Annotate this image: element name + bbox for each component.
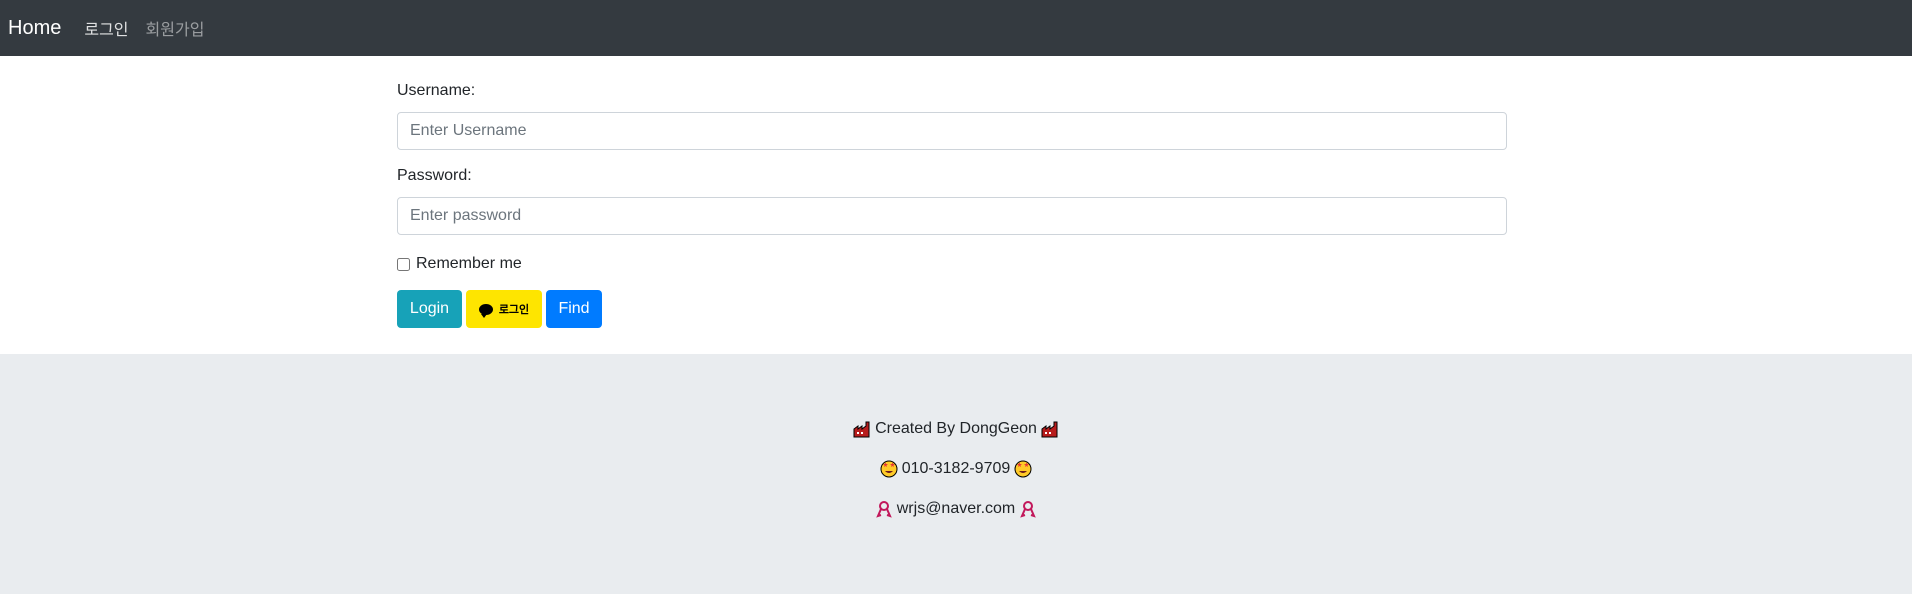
password-input[interactable] (397, 197, 1507, 235)
footer: Created By DongGeon 010-3182-9709 wrjs@n… (0, 354, 1912, 594)
ribbon-icon (1019, 500, 1037, 518)
factory-icon (1041, 420, 1059, 438)
footer-phone: 010-3182-9709 (0, 460, 1912, 478)
top-navbar: Home 로그인 회원가입 (0, 0, 1912, 56)
star-struck-face-icon (880, 460, 898, 478)
login-button[interactable]: Login (397, 290, 462, 328)
find-button[interactable]: Find (546, 290, 602, 328)
nav-login-link[interactable]: 로그인 (84, 16, 128, 40)
phone-text: 010-3182-9709 (901, 460, 1011, 477)
speech-bubble-icon (478, 303, 493, 318)
factory-icon (853, 420, 871, 438)
button-row: Login 로그인 Find (397, 290, 1507, 328)
remember-me-label: Remember me (416, 255, 522, 272)
username-input[interactable] (397, 112, 1507, 150)
email-text: wrjs@naver.com (896, 500, 1016, 517)
main-content: Username: Password: Remember me Login 로그… (0, 56, 1912, 354)
password-label: Password: (397, 167, 472, 184)
nav-signup-link[interactable]: 회원가입 (146, 16, 205, 40)
created-by-text: Created By DongGeon (875, 420, 1037, 437)
username-label: Username: (397, 82, 476, 99)
footer-email: wrjs@naver.com (0, 500, 1912, 518)
login-form: Username: Password: Remember me Login 로그… (397, 56, 1507, 328)
kakao-login-button[interactable]: 로그인 (466, 290, 542, 328)
ribbon-icon (875, 500, 893, 518)
brand-home-link[interactable]: Home (8, 17, 61, 40)
remember-me-row: Remember me (397, 254, 1507, 274)
kakao-login-label: 로그인 (498, 304, 530, 316)
star-struck-face-icon (1014, 460, 1032, 478)
footer-created-by: Created By DongGeon (0, 420, 1912, 438)
remember-me-checkbox[interactable] (397, 257, 410, 271)
